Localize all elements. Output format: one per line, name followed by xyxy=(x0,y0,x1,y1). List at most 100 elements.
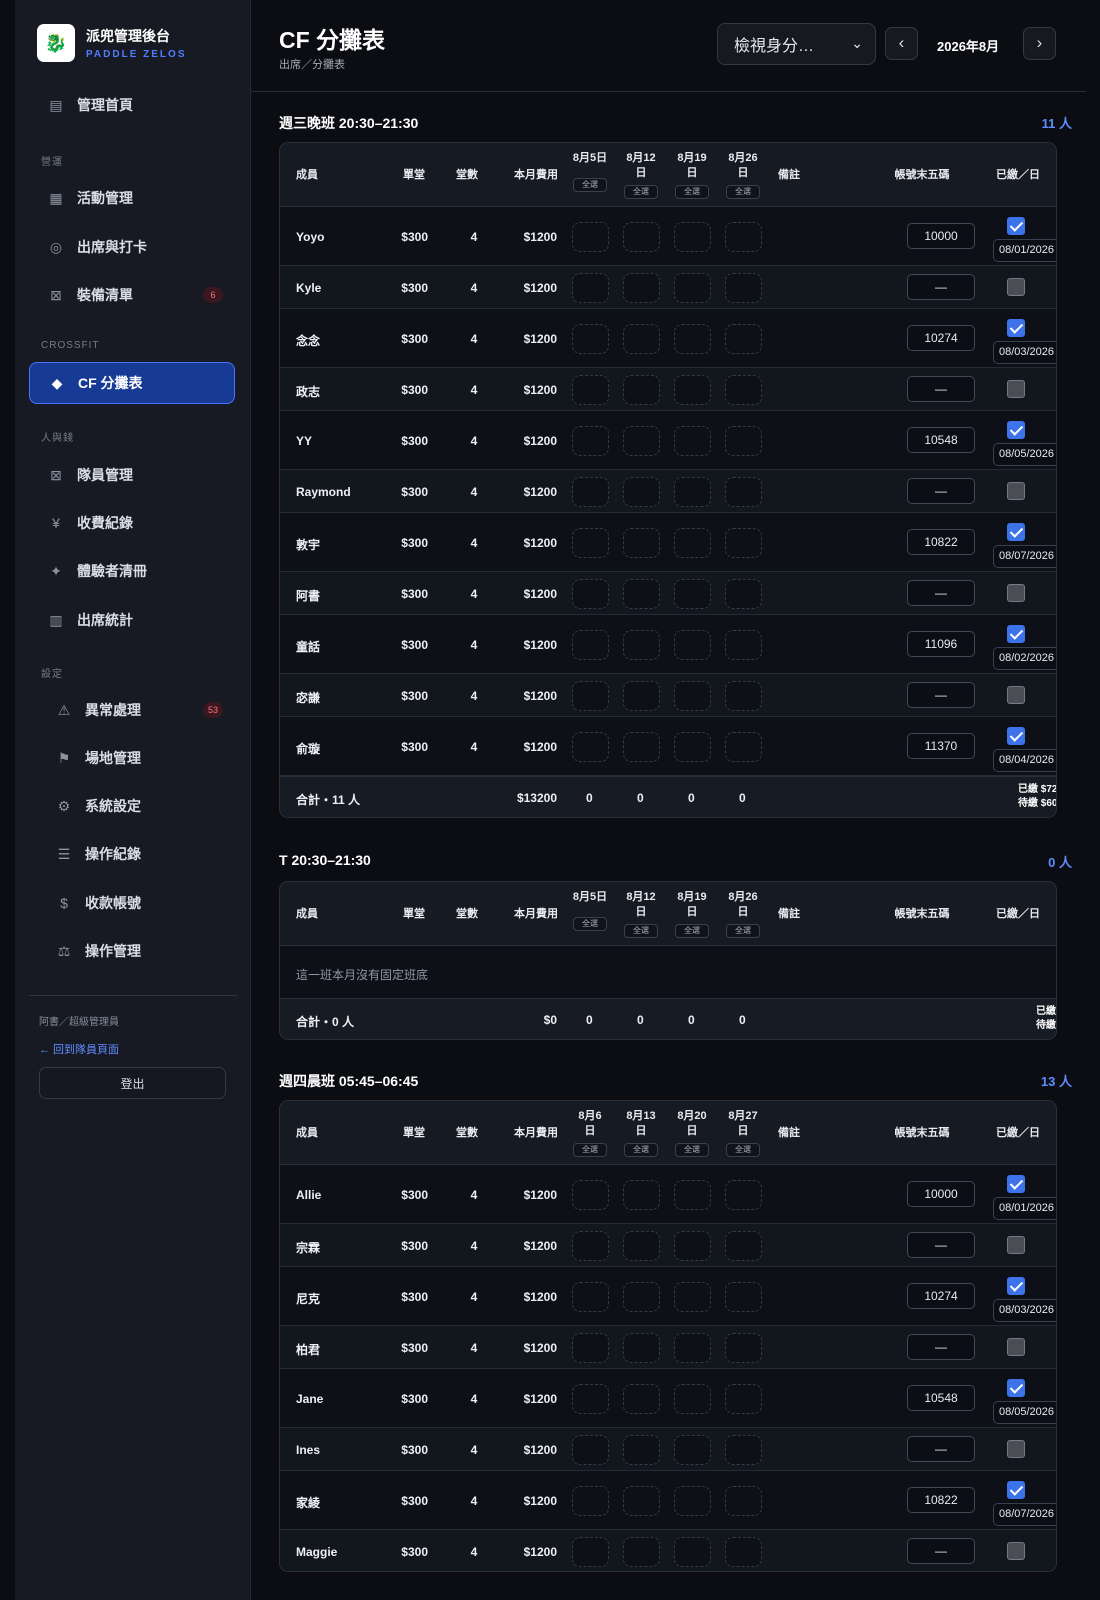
attendance-cell[interactable] xyxy=(572,1180,609,1210)
account-last-five-input[interactable]: — xyxy=(907,1538,975,1564)
attendance-cell[interactable] xyxy=(674,1180,711,1210)
attendance-cell[interactable] xyxy=(623,375,660,405)
attendance-cell[interactable] xyxy=(623,273,660,303)
account-last-five-input[interactable]: 10274 xyxy=(907,1283,975,1309)
paid-checkbox[interactable] xyxy=(1007,278,1025,296)
paid-checkbox[interactable] xyxy=(1007,686,1025,704)
select-all-week-button[interactable]: 全選 xyxy=(726,185,760,199)
attendance-cell[interactable] xyxy=(725,324,762,354)
paid-checkbox-checked[interactable] xyxy=(1007,1277,1025,1295)
paid-checkbox[interactable] xyxy=(1007,584,1025,602)
attendance-cell[interactable] xyxy=(674,1537,711,1567)
sidebar-item-home[interactable]: ▤ 管理首頁 xyxy=(29,84,235,126)
sidebar-item-system-settings[interactable]: ⚙ 系統設定 xyxy=(29,785,235,827)
attendance-cell[interactable] xyxy=(674,1435,711,1465)
attendance-cell[interactable] xyxy=(572,1435,609,1465)
paid-date-input[interactable]: 08/01/2026 xyxy=(993,239,1056,262)
attendance-cell[interactable] xyxy=(572,222,609,252)
attendance-cell[interactable] xyxy=(674,681,711,711)
select-all-week-button[interactable]: 全選 xyxy=(726,1143,760,1157)
attendance-cell[interactable] xyxy=(623,1435,660,1465)
attendance-cell[interactable] xyxy=(572,1486,609,1516)
select-all-week-button[interactable]: 全選 xyxy=(573,917,607,931)
attendance-cell[interactable] xyxy=(725,1333,762,1363)
select-all-week-button[interactable]: 全選 xyxy=(675,924,709,938)
attendance-cell[interactable] xyxy=(623,1486,660,1516)
account-last-five-input[interactable]: — xyxy=(907,274,975,300)
attendance-cell[interactable] xyxy=(674,273,711,303)
identity-select[interactable]: 檢視身分… ⌄ xyxy=(717,23,876,65)
sidebar-item-equipment[interactable]: ⊠ 裝備清單 6 xyxy=(29,274,235,316)
paid-checkbox-checked[interactable] xyxy=(1007,217,1025,235)
select-all-week-button[interactable]: 全選 xyxy=(573,178,607,192)
next-month-button[interactable]: › xyxy=(1023,27,1056,60)
sidebar-item-members[interactable]: ⊠ 隊員管理 xyxy=(29,454,235,496)
paid-date-input[interactable]: 08/07/2026 xyxy=(993,1503,1056,1526)
attendance-cell[interactable] xyxy=(725,1282,762,1312)
account-last-five-input[interactable]: — xyxy=(907,376,975,402)
sidebar-item-payments[interactable]: ¥ 收費紀錄 xyxy=(29,502,235,544)
account-last-five-input[interactable]: 10822 xyxy=(907,1487,975,1513)
attendance-cell[interactable] xyxy=(623,1180,660,1210)
account-last-five-input[interactable]: — xyxy=(907,682,975,708)
attendance-cell[interactable] xyxy=(674,1231,711,1261)
attendance-cell[interactable] xyxy=(623,222,660,252)
attendance-cell[interactable] xyxy=(623,528,660,558)
paid-checkbox-checked[interactable] xyxy=(1007,1481,1025,1499)
attendance-cell[interactable] xyxy=(674,222,711,252)
back-to-member-link[interactable]: ← 回到隊員頁面 xyxy=(39,1041,119,1057)
paid-date-input[interactable]: 08/03/2026 xyxy=(993,341,1056,364)
attendance-cell[interactable] xyxy=(674,375,711,405)
attendance-cell[interactable] xyxy=(725,1537,762,1567)
attendance-cell[interactable] xyxy=(623,426,660,456)
account-last-five-input[interactable]: 10548 xyxy=(907,427,975,453)
attendance-cell[interactable] xyxy=(674,477,711,507)
attendance-cell[interactable] xyxy=(674,1486,711,1516)
account-last-five-input[interactable]: 10822 xyxy=(907,529,975,555)
paid-checkbox[interactable] xyxy=(1007,482,1025,500)
paid-checkbox[interactable] xyxy=(1007,1440,1025,1458)
attendance-cell[interactable] xyxy=(572,1384,609,1414)
attendance-cell[interactable] xyxy=(674,426,711,456)
attendance-cell[interactable] xyxy=(572,1537,609,1567)
previous-month-button[interactable]: ‹ xyxy=(885,27,918,60)
paid-checkbox[interactable] xyxy=(1007,380,1025,398)
account-last-five-input[interactable]: 10000 xyxy=(907,223,975,249)
logout-button[interactable]: 登出 xyxy=(39,1067,226,1099)
attendance-cell[interactable] xyxy=(623,1537,660,1567)
attendance-cell[interactable] xyxy=(674,579,711,609)
sidebar-item-audit-log[interactable]: ☰ 操作紀錄 xyxy=(29,833,235,875)
attendance-cell[interactable] xyxy=(725,426,762,456)
attendance-cell[interactable] xyxy=(725,375,762,405)
attendance-cell[interactable] xyxy=(674,324,711,354)
attendance-cell[interactable] xyxy=(623,477,660,507)
attendance-cell[interactable] xyxy=(572,273,609,303)
attendance-cell[interactable] xyxy=(572,579,609,609)
attendance-cell[interactable] xyxy=(572,1231,609,1261)
account-last-five-input[interactable]: 10000 xyxy=(907,1181,975,1207)
paid-date-input[interactable]: 08/04/2026 xyxy=(993,749,1056,772)
sidebar-item-payment-accounts[interactable]: $ 收款帳號 xyxy=(29,882,235,924)
attendance-cell[interactable] xyxy=(572,630,609,660)
attendance-cell[interactable] xyxy=(725,681,762,711)
attendance-cell[interactable] xyxy=(725,732,762,762)
attendance-cell[interactable] xyxy=(572,426,609,456)
attendance-cell[interactable] xyxy=(725,1180,762,1210)
attendance-cell[interactable] xyxy=(674,1282,711,1312)
sidebar-item-attendance-stats[interactable]: ▥ 出席統計 xyxy=(29,599,235,641)
select-all-week-button[interactable]: 全選 xyxy=(573,1143,607,1157)
paid-checkbox-checked[interactable] xyxy=(1007,523,1025,541)
paid-checkbox-checked[interactable] xyxy=(1007,625,1025,643)
select-all-week-button[interactable]: 全選 xyxy=(624,1143,658,1157)
sidebar-item-activities[interactable]: ▦ 活動管理 xyxy=(29,177,235,219)
paid-checkbox[interactable] xyxy=(1007,1542,1025,1560)
attendance-cell[interactable] xyxy=(572,732,609,762)
attendance-cell[interactable] xyxy=(623,1384,660,1414)
account-last-five-input[interactable]: — xyxy=(907,478,975,504)
attendance-cell[interactable] xyxy=(623,579,660,609)
sidebar-item-exceptions[interactable]: ⚠ 異常處理 53 xyxy=(29,689,235,731)
select-all-week-button[interactable]: 全選 xyxy=(675,1143,709,1157)
attendance-cell[interactable] xyxy=(725,273,762,303)
attendance-cell[interactable] xyxy=(725,222,762,252)
paid-checkbox[interactable] xyxy=(1007,1236,1025,1254)
